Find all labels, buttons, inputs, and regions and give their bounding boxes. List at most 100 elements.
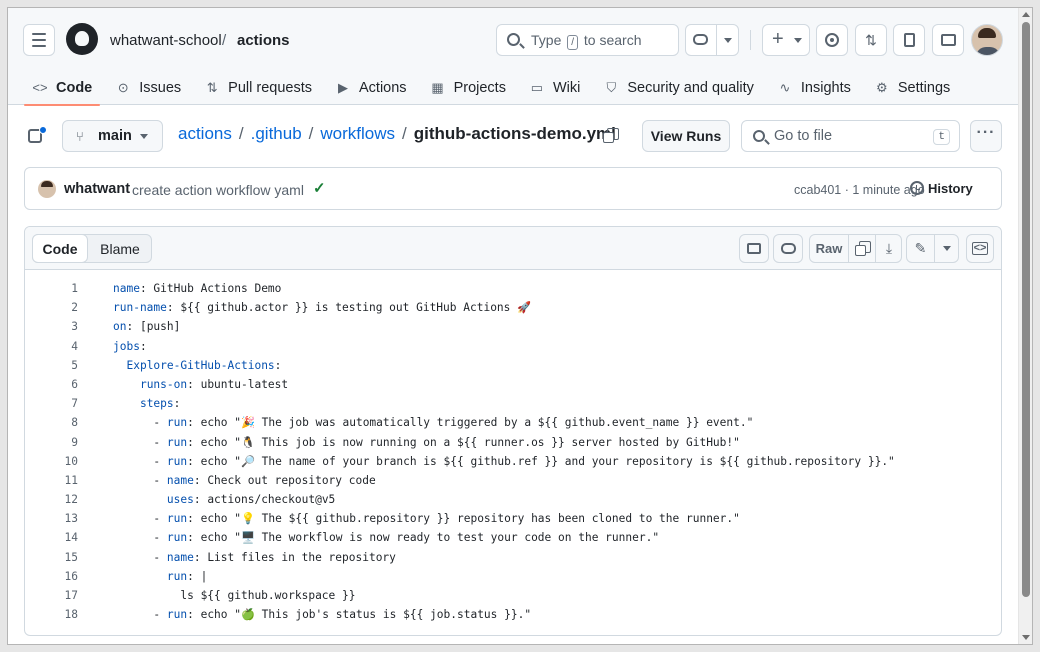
chevron-down-icon[interactable] (724, 38, 732, 43)
code-icon: <> (32, 79, 48, 95)
breadcrumb-link-actions[interactable]: actions (178, 124, 232, 143)
code-line: 4 jobs: (25, 337, 1001, 356)
global-search[interactable]: Type / to search (496, 24, 679, 56)
file-move-icon (747, 243, 761, 254)
yaml-key: run (166, 569, 188, 583)
file-navigation-bar: ⑂ main actions / .github / workflows / github-… (24, 120, 1002, 152)
line-number[interactable]: 12 (25, 490, 78, 509)
line-number[interactable]: 5 (25, 356, 78, 375)
line-number[interactable]: 1 (25, 279, 78, 298)
search-icon (507, 33, 520, 46)
go-to-file-input[interactable]: Go to file t (741, 120, 960, 152)
code-square-icon: <> (971, 242, 989, 255)
edit-options-button[interactable] (935, 235, 959, 262)
line-number[interactable]: 10 (25, 452, 78, 471)
page-scrollbar[interactable] (1018, 8, 1032, 644)
line-content: run: | (166, 569, 208, 583)
code-lines[interactable]: 1 name: GitHub Actions Demo 2 run-name: ${{… (25, 279, 1001, 624)
yaml-key: run (166, 512, 188, 526)
line-content: - run: echo "🐧 This job is now running o… (113, 435, 740, 449)
view-runs-button[interactable]: View Runs (642, 120, 730, 152)
line-number[interactable]: 17 (25, 586, 78, 605)
line-number[interactable]: 15 (25, 548, 78, 567)
edit-file-button[interactable]: ✎ (907, 235, 934, 262)
yaml-key: name (166, 473, 194, 487)
symbols-panel-button[interactable]: <> (966, 234, 994, 263)
repositories-button[interactable] (893, 24, 925, 56)
line-number[interactable]: 3 (25, 317, 78, 336)
github-logo-icon[interactable] (66, 23, 98, 55)
global-header: whatwant-school / actions Type / to sear… (8, 8, 1020, 106)
tab-settings[interactable]: ⚙ Settings (866, 70, 958, 105)
copy-raw-button[interactable] (849, 235, 875, 262)
scroll-thumb[interactable] (1022, 22, 1030, 597)
tab-insights[interactable]: ∿ Insights (769, 70, 859, 105)
check-icon[interactable]: ✓ (313, 179, 326, 197)
open-in-codespace-button[interactable] (739, 234, 769, 263)
gear-icon: ⚙ (876, 79, 888, 95)
line-number[interactable]: 18 (25, 605, 78, 624)
tab-issues[interactable]: ⊙ Issues (107, 70, 189, 105)
repo-link[interactable]: actions (237, 32, 290, 49)
user-avatar[interactable] (971, 24, 1003, 56)
tab-actions[interactable]: ▶ Actions (327, 70, 415, 105)
latest-commit-box: whatwant create action workflow yaml ✓ c… (24, 167, 1002, 210)
scroll-up-arrow[interactable] (1022, 12, 1030, 17)
commit-message[interactable]: create action workflow yaml (132, 182, 304, 198)
shortcut-key: t (933, 129, 950, 145)
line-number[interactable]: 13 (25, 509, 78, 528)
yaml-key: name (166, 550, 194, 564)
code-line: 9 - run: echo "🐧 This job is now running… (25, 433, 1001, 452)
branch-selector[interactable]: ⑂ main (62, 120, 163, 152)
table-icon: ▦ (431, 79, 444, 95)
line-number[interactable]: 14 (25, 528, 78, 547)
line-number[interactable]: 4 (25, 337, 78, 356)
blame-view-button[interactable]: Blame (89, 235, 151, 262)
issues-button[interactable] (816, 24, 848, 56)
copilot-ask-button[interactable] (773, 234, 803, 263)
yaml-key: run (166, 608, 188, 622)
line-number[interactable]: 2 (25, 298, 78, 317)
line-number[interactable]: 8 (25, 413, 78, 432)
tab-projects[interactable]: ▦ Projects (422, 70, 514, 105)
code-line: 8 - run: echo "🎉 The job was automatical… (25, 413, 1001, 432)
line-content: jobs: (113, 339, 147, 353)
commit-author-avatar[interactable] (38, 180, 56, 198)
pull-requests-button[interactable]: ⇅ (855, 24, 887, 56)
breadcrumb-link-github[interactable]: .github (251, 124, 302, 143)
commit-meta[interactable]: ccab401 · 1 minute ago (794, 183, 925, 197)
raw-button[interactable]: Raw (810, 235, 848, 262)
create-new-button[interactable]: + (762, 24, 810, 56)
download-button[interactable]: ⤓ (876, 235, 902, 262)
copilot-icon[interactable] (693, 34, 708, 45)
line-content: steps: (139, 397, 181, 411)
line-number[interactable]: 11 (25, 471, 78, 490)
line-number[interactable]: 7 (25, 394, 78, 413)
line-number[interactable]: 6 (25, 375, 78, 394)
tab-wiki[interactable]: ▭ Wiki (521, 70, 588, 105)
menu-button[interactable] (23, 24, 55, 56)
scroll-down-arrow[interactable] (1022, 635, 1030, 640)
code-line: 11 - name: Check out repository code (25, 471, 1001, 490)
inbox-button[interactable] (932, 24, 964, 56)
line-content: uses: actions/checkout@v5 (166, 493, 336, 507)
repo-icon (903, 33, 915, 47)
line-number[interactable]: 9 (25, 433, 78, 452)
more-options-button[interactable]: ··· (970, 120, 1002, 152)
line-number[interactable]: 16 (25, 567, 78, 586)
breadcrumb-link-workflows[interactable]: workflows (320, 124, 395, 143)
tab-pull-requests[interactable]: ⇅ Pull requests (196, 70, 320, 105)
line-content: ls ${{ github.workspace }} (180, 589, 356, 602)
tab-code[interactable]: <> Code (24, 70, 101, 106)
owner-link[interactable]: whatwant-school (110, 32, 222, 49)
code-view-button[interactable]: Code (32, 234, 88, 263)
copy-path-icon[interactable] (603, 128, 619, 143)
yaml-key: run (166, 416, 188, 430)
copilot-button-group[interactable] (685, 24, 739, 56)
code-viewer: Code Blame Raw ⤓ ✎ <> 1 name: GitHub Act… (24, 226, 1002, 636)
commit-author[interactable]: whatwant (64, 181, 130, 197)
download-icon: ⤓ (885, 240, 893, 256)
toggle-file-tree-button[interactable] (24, 124, 48, 148)
history-link[interactable]: History (928, 181, 973, 196)
tab-security[interactable]: ⛉ Security and quality (595, 70, 762, 105)
